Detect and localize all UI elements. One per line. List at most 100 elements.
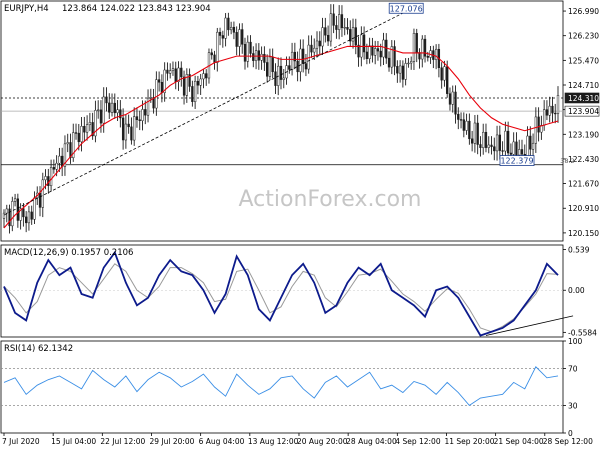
candle-body — [52, 167, 56, 170]
y-tick-label: 126.230 — [568, 32, 599, 41]
candle-body — [113, 102, 116, 114]
candle-body — [501, 150, 504, 152]
candle-body — [479, 144, 482, 148]
candle-body — [495, 134, 499, 152]
y-tick-label: 100 — [568, 337, 583, 346]
candle-body — [421, 38, 424, 60]
candle-body — [243, 44, 247, 62]
candle-body — [174, 68, 177, 82]
candle-body — [324, 27, 327, 36]
candle-body — [365, 51, 369, 60]
candle-body — [274, 71, 277, 86]
candle-body — [313, 47, 316, 53]
candle-body — [5, 208, 8, 214]
candle-body — [374, 48, 377, 56]
candle-body — [548, 105, 551, 116]
candle-body — [110, 102, 114, 113]
candle-body — [376, 48, 380, 52]
candle-body — [545, 109, 549, 116]
candle-body — [66, 142, 69, 145]
candle-body — [224, 17, 227, 39]
x-tick-label: 6 Aug 04:00 — [199, 437, 245, 446]
candle-body — [210, 52, 213, 56]
candle-body — [232, 26, 236, 33]
candle-body — [412, 33, 416, 62]
ohlc-readout: 123.864 124.022 123.843 123.904 — [62, 4, 211, 14]
candle-body — [249, 41, 252, 54]
candle-body — [459, 119, 463, 121]
candle-body — [180, 67, 183, 78]
x-tick-label: 4 Sep 12:00 — [395, 437, 441, 446]
candle-body — [340, 14, 344, 29]
candle-body — [108, 102, 111, 113]
candle-body — [440, 67, 443, 81]
symbol-label: EURJPY,H4 — [4, 4, 49, 14]
candle-body — [74, 132, 78, 134]
candle-body — [446, 66, 449, 94]
candle-body — [554, 112, 557, 115]
candle-body — [133, 116, 136, 141]
price-label: 122.379 — [500, 157, 533, 166]
candle-body — [531, 142, 535, 150]
candle-body — [451, 91, 454, 105]
y-tick-label: 120.910 — [568, 204, 599, 213]
candle-body — [551, 105, 554, 114]
candle-body — [385, 39, 388, 59]
candle-body — [490, 144, 493, 147]
x-tick-label: 22 Jul 12:00 — [100, 437, 145, 446]
y-tick-label: 124.710 — [568, 81, 599, 90]
candle-body — [382, 39, 385, 58]
x-tick-label: 13 Aug 12:00 — [248, 437, 299, 446]
candle-body — [205, 73, 208, 79]
candle-body — [116, 109, 119, 114]
candle-body — [487, 144, 490, 148]
candle-body — [423, 38, 427, 57]
candle-body — [401, 65, 405, 80]
candle-body — [512, 141, 515, 155]
x-tick-label: 15 Jul 04:00 — [51, 437, 96, 446]
candle-body — [407, 62, 410, 65]
candle-body — [362, 34, 366, 53]
candle-body — [229, 26, 233, 31]
candle-body — [315, 40, 319, 49]
fib-label: 38.2 — [560, 157, 574, 165]
candle-body — [30, 211, 33, 220]
candle-body — [260, 53, 263, 61]
candle-body — [346, 27, 349, 30]
candle-body — [515, 141, 518, 156]
candle-body — [404, 63, 407, 80]
candle-body — [454, 91, 457, 115]
candle-body — [288, 65, 291, 70]
candle-body — [457, 113, 460, 120]
chart-canvas: 126.990126.230125.470124.710123.950123.1… — [0, 0, 600, 450]
candle-body — [127, 123, 130, 128]
candle-body — [235, 32, 238, 47]
x-tick-label: 7 Jul 2020 — [2, 437, 40, 446]
x-tick-label: 20 Aug 20:00 — [297, 437, 348, 446]
candle-body — [166, 69, 169, 74]
candle-body — [465, 120, 468, 131]
y-tick-label: 0.539 — [568, 246, 590, 255]
candle-body — [371, 45, 374, 56]
candle-body — [58, 155, 61, 164]
candle-body — [16, 198, 20, 221]
candle-body — [55, 162, 58, 170]
candle-body — [349, 29, 352, 42]
candle-body — [304, 63, 308, 70]
candle-body — [518, 149, 521, 156]
candle-body — [25, 216, 28, 224]
candle-body — [332, 13, 335, 26]
y-tick-label: -0.5584 — [568, 328, 597, 337]
candle-body — [138, 119, 141, 121]
candle-body — [105, 96, 108, 104]
candle-body — [246, 41, 249, 62]
candle-body — [448, 93, 452, 105]
y-tick-label: 126.990 — [568, 7, 599, 16]
y-tick-label: 121.670 — [568, 180, 599, 189]
candle-body — [141, 109, 144, 121]
candle-body — [509, 152, 513, 155]
candle-body — [257, 50, 260, 61]
candle-body — [83, 126, 86, 133]
candle-body — [33, 197, 36, 220]
candle-body — [157, 79, 161, 83]
